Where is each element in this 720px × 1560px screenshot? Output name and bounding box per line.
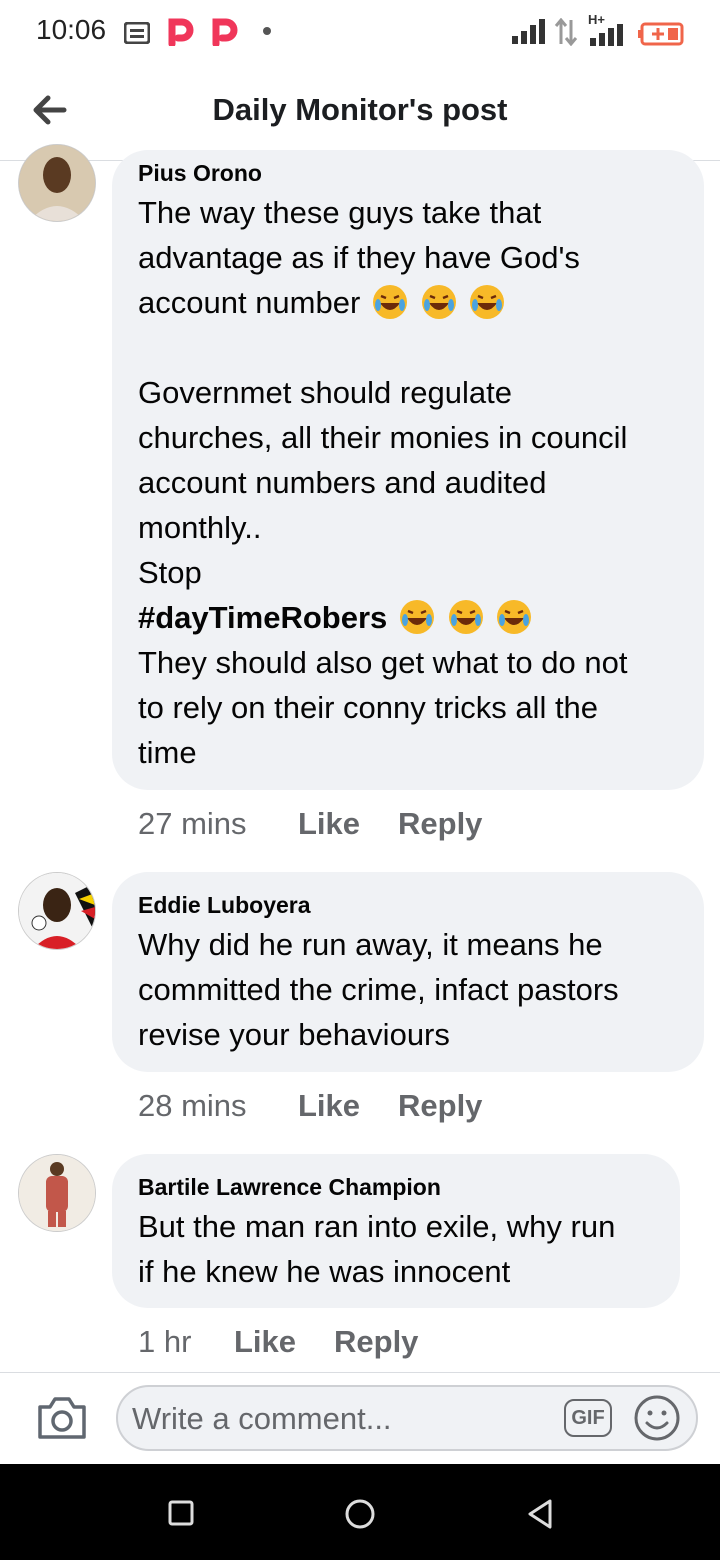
battery-icon <box>638 22 684 46</box>
nav-home-icon[interactable] <box>344 1498 376 1530</box>
comment-bubble: Bartile Lawrence Champion But the man ra… <box>112 1154 680 1308</box>
gif-icon[interactable]: GIF <box>564 1399 612 1437</box>
laughing-emoji-icon <box>497 600 532 634</box>
like-button[interactable]: Like <box>234 1324 296 1360</box>
comment-input[interactable]: Write a comment... GIF <box>116 1385 698 1451</box>
avatar[interactable] <box>18 872 96 950</box>
laughing-emoji-icon <box>421 285 456 319</box>
comment-line: account numbers and audited <box>138 465 547 500</box>
camera-icon[interactable] <box>36 1393 88 1443</box>
comment-bubble: Eddie Luboyera Why did he run away, it m… <box>112 872 704 1072</box>
page-title: Daily Monitor's post <box>212 92 508 127</box>
comment-line: revise your behaviours <box>138 1017 450 1052</box>
comment-line: account number <box>138 280 506 325</box>
comment-meta: 28 mins Like Reply <box>138 1088 698 1128</box>
comment-text: account number <box>138 285 361 320</box>
comment-time: 1 hr <box>138 1324 192 1359</box>
comment-time: 28 mins <box>138 1088 247 1123</box>
comment-author[interactable]: Pius Orono <box>138 160 262 187</box>
comment-bubble: Pius Orono The way these guys take that … <box>112 150 704 790</box>
comment-author[interactable]: Eddie Luboyera <box>138 892 311 919</box>
app-header: Daily Monitor's post <box>0 64 720 161</box>
hashtag-link[interactable]: #dayTimeRobers <box>138 600 387 635</box>
reply-button[interactable]: Reply <box>398 806 482 842</box>
comment-line: They should also get what to do not <box>138 645 628 680</box>
comment-time: 27 mins <box>138 806 247 841</box>
avatar[interactable] <box>18 144 96 222</box>
reply-button[interactable]: Reply <box>334 1324 418 1360</box>
notification-icon <box>124 22 150 44</box>
like-button[interactable]: Like <box>298 1088 360 1124</box>
avatar[interactable] <box>18 1154 96 1232</box>
comment-meta: 1 hr Like Reply <box>138 1324 698 1364</box>
avatar-photo <box>19 1155 95 1231</box>
comment-line: The way these guys take that <box>138 195 542 230</box>
comment-line: advantage as if they have God's <box>138 240 580 275</box>
comment-line: But the man ran into exile, why run <box>138 1209 616 1244</box>
comment-meta: 27 mins Like Reply <box>138 806 698 846</box>
comment-line: committed the crime, infact pastors <box>138 972 619 1007</box>
system-nav-bar <box>0 1464 720 1560</box>
comment-line: #dayTimeRobers <box>138 595 533 640</box>
dot-icon <box>263 27 271 35</box>
signal-icon-2 <box>590 24 623 46</box>
avatar-photo <box>19 145 95 221</box>
comment-author[interactable]: Bartile Lawrence Champion <box>138 1174 441 1201</box>
status-time: 10:06 <box>36 14 107 45</box>
comment-line: monthly.. <box>138 510 262 545</box>
app-p-icon <box>212 18 238 46</box>
comment-line: Why did he run away, it means he <box>138 927 603 962</box>
data-arrows-icon <box>554 18 578 46</box>
laughing-emoji-icon <box>399 600 434 634</box>
nav-back-icon[interactable] <box>526 1498 554 1530</box>
comment-composer: Write a comment... GIF <box>0 1372 720 1463</box>
laughing-emoji-icon <box>470 285 505 319</box>
like-button[interactable]: Like <box>298 806 360 842</box>
status-bar: 10:06 H+ <box>0 0 720 64</box>
comment-line: to rely on their conny tricks all the <box>138 690 599 725</box>
laughing-emoji-icon <box>372 285 407 319</box>
avatar-photo <box>19 873 95 949</box>
comment-input-placeholder: Write a comment... <box>132 1401 392 1436</box>
emoji-icon[interactable] <box>632 1393 682 1443</box>
laughing-emoji-icon <box>448 600 483 634</box>
comment-line: if he knew he was innocent <box>138 1254 511 1289</box>
app-p-icon <box>168 18 194 46</box>
nav-recents-icon[interactable] <box>168 1500 194 1526</box>
comment-line: Governmet should regulate <box>138 375 512 410</box>
comment-line: time <box>138 735 197 770</box>
comment-line: churches, all their monies in council <box>138 420 628 455</box>
comment-line: Stop <box>138 555 202 590</box>
signal-icon <box>512 19 545 44</box>
reply-button[interactable]: Reply <box>398 1088 482 1124</box>
